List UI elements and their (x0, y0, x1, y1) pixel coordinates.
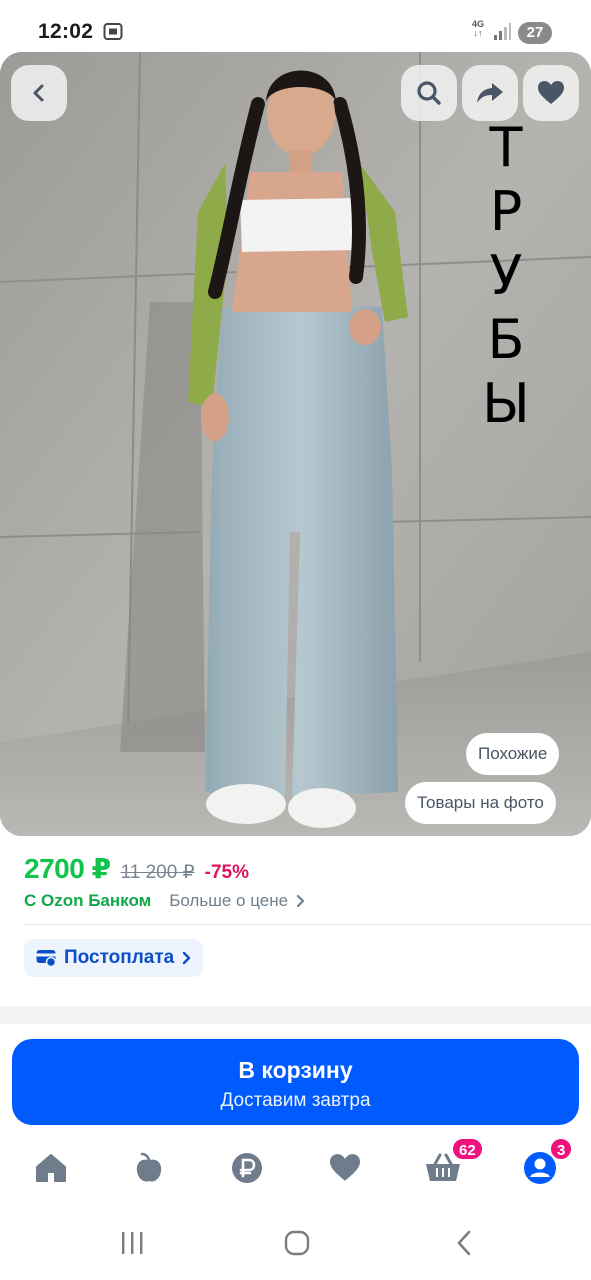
recent-apps-icon (122, 1232, 143, 1254)
overlay-caption: Т Р У Б Ы (482, 116, 530, 435)
current-price: 2700 ₽ (24, 853, 111, 884)
profile-notification-badge: 3 (549, 1137, 574, 1161)
bank-price-row: С Ozon Банком Больше о цене (24, 891, 305, 911)
cart-count-badge: 62 (451, 1137, 484, 1161)
products-on-photo-chip[interactable]: Товары на фото (405, 782, 556, 824)
chevron-right-icon (183, 951, 191, 965)
home-icon (36, 1154, 66, 1182)
postpay-button[interactable]: Постоплата (24, 939, 204, 977)
search-button[interactable] (401, 65, 457, 121)
price-row: 2700 ₽ 11 200 ₽ -75% (24, 852, 249, 885)
battery-indicator: 27 (518, 22, 552, 44)
back-icon (33, 84, 44, 102)
tab-fresh[interactable] (129, 1148, 169, 1188)
postpay-label: Постоплата (64, 947, 175, 968)
delivery-label: Доставим завтра (220, 1090, 371, 1111)
screenshot-icon (103, 23, 123, 40)
more-about-price-link[interactable]: Больше о цене (169, 891, 305, 911)
card-icon (36, 950, 56, 967)
home-circle-icon (284, 1230, 310, 1256)
tab-favorites[interactable] (325, 1148, 365, 1188)
signal-icon (494, 23, 511, 40)
system-navigation-bar (0, 1200, 591, 1280)
home-system-button[interactable] (279, 1228, 315, 1258)
share-icon (477, 83, 503, 103)
more-about-price-label: Больше о цене (169, 891, 289, 910)
network-indicator: 4G ↓↑ (472, 19, 485, 38)
ozon-bank-label: С Ozon Банком (24, 891, 152, 910)
chevron-right-icon (296, 894, 305, 908)
add-to-cart-label: В корзину (238, 1057, 353, 1083)
favorites-icon (330, 1154, 360, 1181)
divider (24, 924, 591, 925)
favorite-button[interactable] (523, 65, 579, 121)
share-button[interactable] (462, 65, 518, 121)
ruble-icon (232, 1153, 262, 1183)
search-icon (417, 81, 441, 105)
status-time: 12:02 (38, 20, 94, 43)
bottom-tab-bar: 62 3 (0, 1137, 591, 1200)
back-arrow-icon (457, 1230, 471, 1256)
status-bar: 12:02 4G ↓↑ 27 (0, 0, 591, 52)
back-system-button[interactable] (446, 1228, 482, 1258)
section-separator (0, 1006, 591, 1024)
product-image-gallery[interactable]: Т Р У Б Ы Похожие Товары на фото (0, 52, 591, 836)
old-price: 11 200 ₽ (120, 862, 195, 883)
fresh-icon (136, 1152, 162, 1182)
tab-home[interactable] (31, 1148, 71, 1188)
recent-apps-button[interactable] (114, 1228, 150, 1258)
discount-badge: -75% (204, 862, 249, 883)
heart-icon (538, 81, 564, 104)
back-button[interactable] (11, 65, 67, 121)
similar-products-chip[interactable]: Похожие (466, 733, 560, 775)
add-to-cart-button[interactable]: В корзину Доставим завтра (12, 1039, 579, 1125)
tab-finance[interactable] (227, 1148, 267, 1188)
